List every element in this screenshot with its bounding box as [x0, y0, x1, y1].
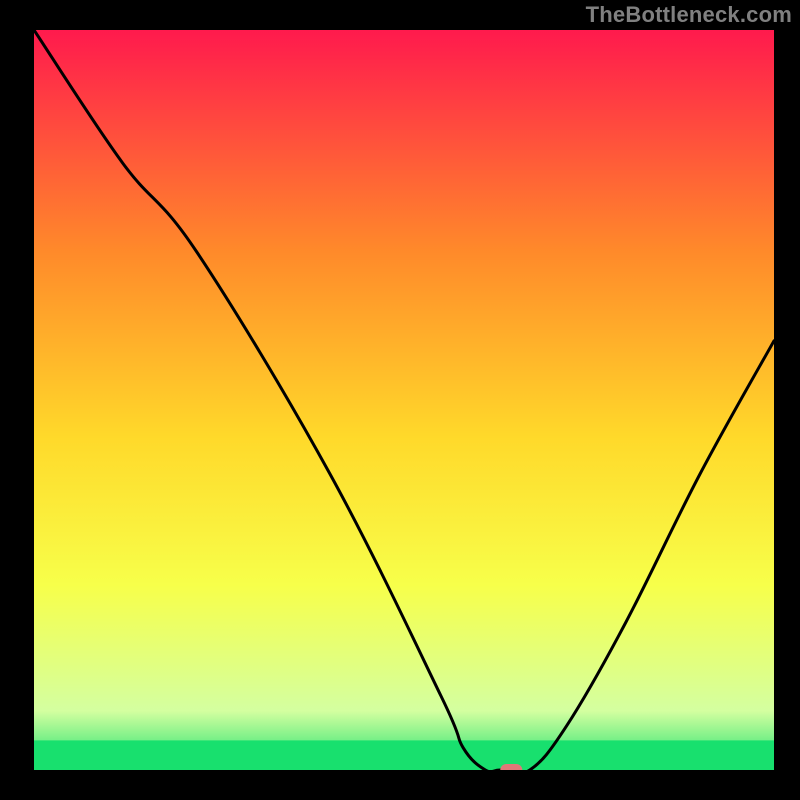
marker-dot [500, 764, 522, 770]
chart-frame: TheBottleneck.com [0, 0, 800, 800]
gradient-background [34, 30, 774, 770]
chart-svg [34, 30, 774, 770]
plot-area [34, 30, 774, 770]
green-band [34, 740, 774, 770]
watermark-text: TheBottleneck.com [586, 2, 792, 28]
